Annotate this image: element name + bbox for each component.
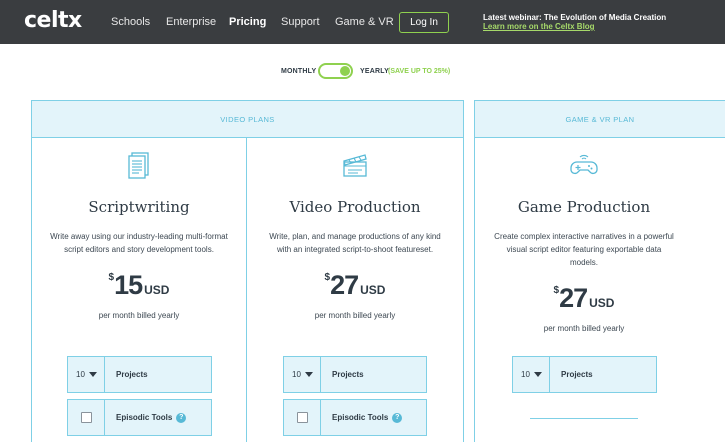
plan-name: Scriptwriting xyxy=(88,198,190,216)
episodic-tools-checkbox[interactable] xyxy=(81,412,92,423)
episodic-tools-label: Episodic Tools? xyxy=(116,413,187,423)
plan-name: Video Production xyxy=(289,198,421,216)
episodic-tools-label: Episodic Tools? xyxy=(332,413,403,423)
nav-link-pricing[interactable]: Pricing xyxy=(229,16,266,28)
billing-note: per month billed yearly xyxy=(314,311,396,320)
chevron-down-icon xyxy=(89,372,97,377)
chevron-down-icon xyxy=(305,372,313,377)
projects-count: 10 xyxy=(76,370,85,379)
plan-video-production: Video Production Write, plan, and manage… xyxy=(248,150,462,320)
projects-count-dropdown[interactable]: 10 xyxy=(68,357,105,392)
price-unit: USD xyxy=(589,296,615,310)
projects-count: 10 xyxy=(521,370,530,379)
projects-selector[interactable]: 10 Projects xyxy=(67,356,212,393)
plan-description: Write, plan, and manage productions of a… xyxy=(269,232,441,254)
plan-price: $15 USD xyxy=(32,270,246,302)
webinar-blog-link[interactable]: Learn more on the Celtx Blog xyxy=(483,22,595,31)
episodic-checkbox-cell xyxy=(68,400,105,435)
toggle-knob xyxy=(340,66,350,76)
price-currency: $ xyxy=(108,272,115,283)
plan-divider xyxy=(246,137,247,442)
billing-note: per month billed yearly xyxy=(98,311,180,320)
price-currency: $ xyxy=(553,285,560,296)
projects-label: Projects xyxy=(116,370,148,379)
billing-note: per month billed yearly xyxy=(543,324,625,333)
separator-line xyxy=(530,418,638,419)
price-unit: USD xyxy=(360,283,386,297)
projects-selector[interactable]: 10 Projects xyxy=(283,356,427,393)
price-amount: 15 xyxy=(114,270,143,300)
help-icon[interactable]: ? xyxy=(392,413,403,423)
plan-name: Game Production xyxy=(517,198,651,216)
projects-count: 10 xyxy=(292,370,301,379)
episodic-checkbox-cell xyxy=(284,400,321,435)
save-badge: (SAVE UP TO 25%) xyxy=(388,68,451,75)
nav-link-game-vr[interactable]: Game & VR xyxy=(335,16,394,28)
projects-label: Projects xyxy=(332,370,364,379)
episodic-tools-option: Episodic Tools? xyxy=(67,399,212,436)
billing-toggle[interactable] xyxy=(318,63,353,79)
gamepad-icon xyxy=(570,154,598,175)
price-amount: 27 xyxy=(559,283,588,313)
plan-game-production: Game Production Create complex interacti… xyxy=(477,150,691,333)
video-plans-header: VIDEO PLANS xyxy=(32,101,463,138)
price-currency: $ xyxy=(324,272,331,283)
projects-count-dropdown[interactable]: 10 xyxy=(284,357,321,392)
episodic-tools-checkbox[interactable] xyxy=(297,412,308,423)
nav-link-support[interactable]: Support xyxy=(281,16,320,28)
game-plan-header: GAME & VR PLAN xyxy=(475,101,725,138)
price-amount: 27 xyxy=(330,270,359,300)
webinar-title: Latest webinar: The Evolution of Media C… xyxy=(483,13,667,22)
login-button[interactable]: Log In xyxy=(399,12,449,33)
plan-price: $27 USD xyxy=(248,270,462,302)
nav-link-enterprise[interactable]: Enterprise xyxy=(166,16,216,28)
projects-label: Projects xyxy=(561,370,593,379)
yearly-label[interactable]: YEARLY xyxy=(360,68,389,75)
nav-link-schools[interactable]: Schools xyxy=(111,16,150,28)
projects-count-dropdown[interactable]: 10 xyxy=(513,357,550,392)
plan-description: Write away using our industry-leading mu… xyxy=(50,232,228,254)
clapperboard-icon xyxy=(343,154,367,177)
monthly-label[interactable]: MONTHLY xyxy=(281,68,316,75)
celtx-logo[interactable]: celtx xyxy=(24,8,82,33)
chevron-down-icon xyxy=(534,372,542,377)
price-unit: USD xyxy=(144,283,170,297)
plan-price: $27 USD xyxy=(477,283,691,315)
episodic-tools-option: Episodic Tools? xyxy=(283,399,427,436)
projects-selector[interactable]: 10 Projects xyxy=(512,356,657,393)
plan-description: Create complex interactive narratives in… xyxy=(494,232,674,267)
script-document-icon xyxy=(128,152,149,179)
top-nav: celtx Schools Enterprise Pricing Support… xyxy=(0,0,725,44)
plan-scriptwriting: Scriptwriting Write away using our indus… xyxy=(32,150,246,320)
help-icon[interactable]: ? xyxy=(176,413,187,423)
